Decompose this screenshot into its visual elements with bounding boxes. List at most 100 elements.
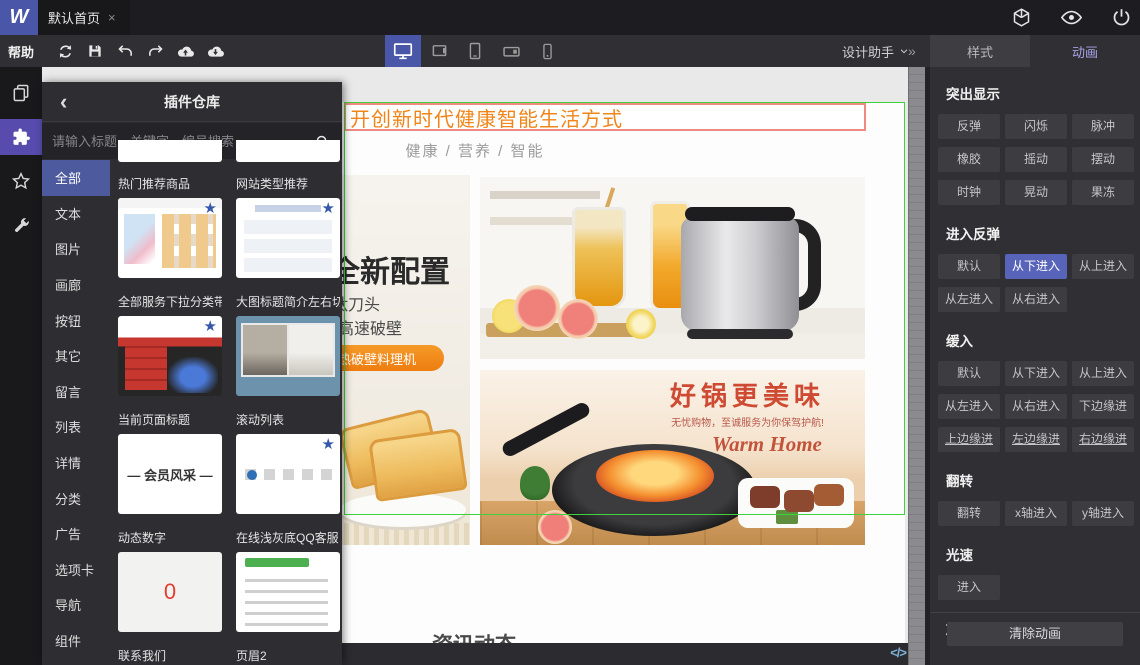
animation-option-button[interactable]: 从左进入 [938,394,1000,419]
clear-animation-button[interactable]: 清除动画 [947,622,1123,646]
animation-section-title: 光速 [946,548,973,563]
plugin-card[interactable]: ★ [118,316,222,396]
plugin-card[interactable] [236,552,340,632]
undo-icon[interactable] [115,41,135,61]
animation-section-title: 缓入 [946,334,973,349]
page-title-element[interactable]: 开创新时代健康智能生活方式 [344,103,866,131]
animation-option-button[interactable]: 从左进入 [938,287,1000,312]
power-icon[interactable] [1111,7,1132,28]
animation-option-button[interactable]: 翻转 [938,501,1000,526]
animation-option-button[interactable]: 果冻 [1072,180,1134,205]
preview-eye-icon[interactable] [1060,6,1083,29]
animation-option-button[interactable]: 左边缘进 [1005,427,1067,452]
news-section-heading[interactable]: 资讯动态 [432,629,516,643]
animation-option-button[interactable]: 从右进入 [1005,394,1067,419]
sidebar-tools-icon[interactable] [0,207,42,243]
category-item[interactable]: 导航 [42,587,110,623]
wok-banner-image[interactable]: 好锅更美味 无忧购物，至诚服务为你保驾护航! Warm Home [480,370,865,545]
animation-option-button[interactable]: 从上进入 [1072,361,1134,386]
device-tablet-icon[interactable] [457,35,493,67]
kettle-photo[interactable] [480,177,865,359]
cloud-download-icon[interactable] [205,41,225,61]
plugin-card[interactable] [236,316,340,396]
tab-animation[interactable]: 动画 [1030,35,1140,67]
category-item[interactable]: 按钮 [42,302,110,338]
wok-script-text: Warm Home [712,432,822,456]
plugin-card[interactable] [236,140,340,162]
design-assistant-dropdown[interactable]: 设计助手 [842,35,909,67]
cloud-upload-icon[interactable] [175,41,195,61]
category-item[interactable]: 图片 [42,231,110,267]
plugin-card[interactable]: ★ [118,198,222,278]
device-phone-portrait-icon[interactable] [529,35,565,67]
device-desktop-icon[interactable] [385,35,421,67]
animation-option-button[interactable]: 下边缘进 [1072,394,1134,419]
tab-close-icon[interactable]: × [108,10,116,25]
category-item[interactable]: 其它 [42,338,110,374]
animation-option-button[interactable]: 上边缘进 [938,427,1000,452]
sidebar-favorites-icon[interactable] [0,163,42,199]
plugin-panel-title: 插件仓库 [164,93,220,110]
sidebar-plugins-icon[interactable] [0,119,42,155]
category-item[interactable]: 选项卡 [42,552,110,588]
animation-option-button[interactable]: 摇动 [1005,147,1067,172]
category-item[interactable]: 画廊 [42,267,110,303]
plugin-card[interactable]: ★ [236,198,340,278]
collapse-chevrons[interactable]: » [908,35,916,67]
category-item[interactable]: 留言 [42,374,110,410]
animation-option-button[interactable]: 进入 [938,575,1000,600]
animation-option-button[interactable]: 从下进入 [1005,361,1067,386]
category-item[interactable]: 列表 [42,409,110,445]
logo-letter: W [9,6,29,28]
animation-option-button[interactable]: 闪烁 [1005,114,1067,139]
plugin-card-title: 滚动列表 [236,413,285,427]
save-icon[interactable] [85,41,105,61]
device-phone-landscape-icon[interactable] [493,35,529,67]
plugin-card-title: 热门推荐商品 [118,177,191,191]
app-logo[interactable]: W [0,0,38,35]
category-item[interactable]: 组件 [42,623,110,659]
animation-option-button[interactable]: 默认 [938,361,1000,386]
animation-option-button[interactable]: 从下进入 [1005,254,1067,279]
help-button[interactable]: 帮助 [8,35,34,67]
category-item[interactable]: 广告 [42,516,110,552]
back-arrow-icon[interactable]: ‹ [60,82,67,122]
animation-option-button[interactable]: 橡胶 [938,147,1000,172]
plugin-card[interactable] [118,140,222,162]
category-item[interactable]: 分类 [42,480,110,516]
refresh-icon[interactable] [55,41,75,61]
animation-option-button[interactable]: 时钟 [938,180,1000,205]
panel-divider [930,612,1140,613]
plugin-card[interactable]: 0 [118,552,222,632]
tab-style[interactable]: 样式 [930,35,1030,67]
plugin-card-title: 动态数字 [118,531,167,545]
wok-title: 好锅更美味 [669,381,825,411]
plugin-card[interactable]: ★ [236,434,340,514]
plugin-card-title: 当前页面标题 [118,413,191,427]
device-laptop-icon[interactable] [421,35,457,67]
canvas-scrollbar[interactable] [908,67,925,665]
toast-photo [334,400,470,545]
animation-option-button[interactable]: x轴进入 [1005,501,1067,526]
sidebar-pages-icon[interactable] [0,75,42,111]
page-tab[interactable]: 默认首页 × [38,0,130,35]
animation-option-button[interactable]: 默认 [938,254,1000,279]
plugin-card[interactable]: — 会员风采 — [118,434,222,514]
animation-option-button[interactable]: 从右进入 [1005,287,1067,312]
category-item[interactable]: 文本 [42,196,110,232]
code-view-icon[interactable]: </> [890,645,907,660]
star-badge-icon: ★ [321,436,335,453]
animation-option-button[interactable]: 右边缘进 [1072,427,1134,452]
components-cube-icon[interactable] [1011,7,1032,28]
animation-option-button[interactable]: 晃动 [1005,180,1067,205]
animation-option-button[interactable]: y轴进入 [1072,501,1134,526]
animation-section-title: 进入反弹 [946,227,1000,242]
animation-option-button[interactable]: 从上进入 [1072,254,1134,279]
redo-icon[interactable] [145,41,165,61]
animation-option-button[interactable]: 脉冲 [1072,114,1134,139]
category-list: 全部 文本 图片 画廊 按钮 其它 留言 列表 详情 分类 广告 选项卡 导航 组件 [42,160,110,665]
category-item[interactable]: 全部 [42,160,110,196]
category-item[interactable]: 详情 [42,445,110,481]
animation-option-button[interactable]: 反弹 [938,114,1000,139]
animation-option-button[interactable]: 摆动 [1072,147,1134,172]
